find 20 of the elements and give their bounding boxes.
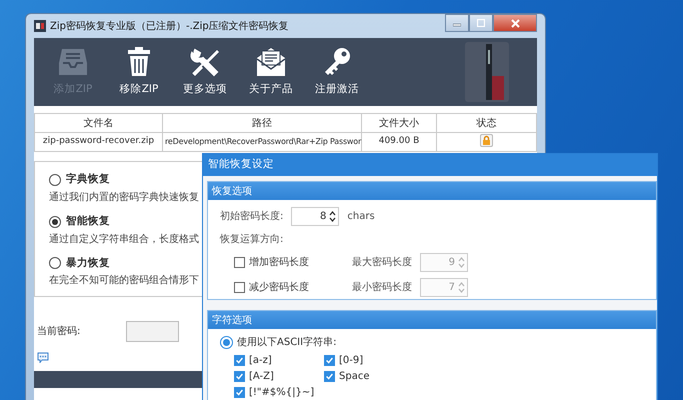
unit-label: chars [347,210,375,224]
table-cell: reDevelopment\RecoverPassword\Rar+Zip Passwor [162,132,362,152]
mode-description: 通过我们内置的密码字典快速恢复 [49,190,199,205]
table-cell: 409.00 B [362,132,436,152]
mode-description: 通过自定义字符串组合，长度格式 [49,232,199,246]
column-header: 文件名 [34,114,162,132]
column-header: 路径 [162,114,362,132]
column-header: 文件大小 [362,114,436,132]
dialog-title: 智能恢复设定 [203,154,657,176]
window-title: Zip密码恢复专业版（已注册）-.Zip压缩文件密码恢复 [50,20,289,34]
field-label: 最大密码长度 [351,256,412,270]
mode-description: 在完全不知可能的密码组合情形下 [49,274,199,288]
field-label: 初始密码长度: [220,210,284,224]
group-heading: 字符选项 [208,311,656,329]
field-label: 最小密码长度 [351,280,412,295]
field-label: 恢复运算方向: [220,232,284,247]
group-heading: 恢复选项 [208,182,656,200]
password-label: 当前密码: [37,324,82,339]
table-cell: zip-password-recover.zip [34,132,162,152]
column-header: 状态 [436,114,536,132]
